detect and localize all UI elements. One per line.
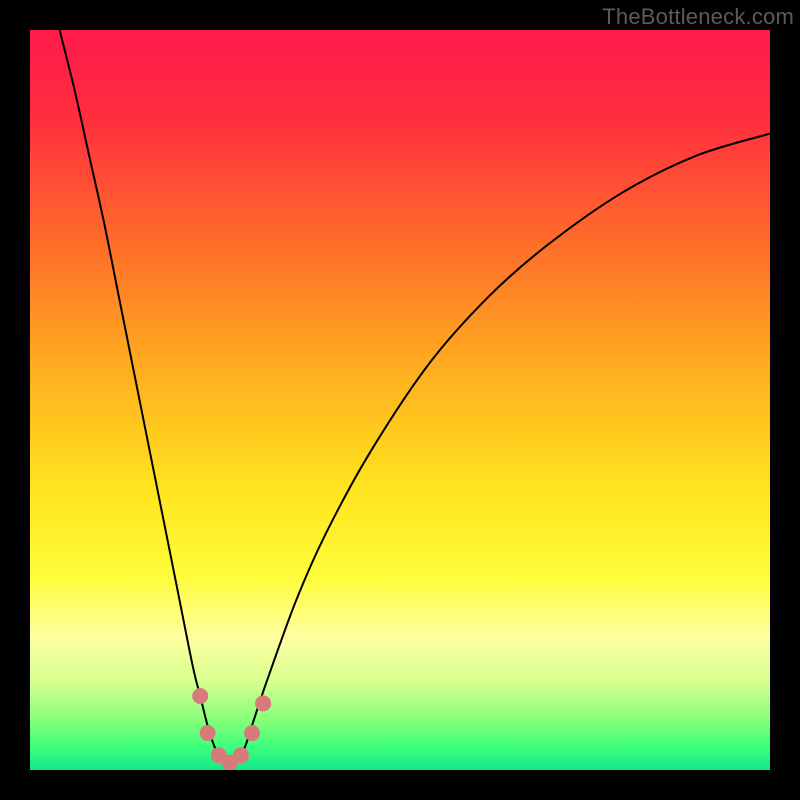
minimum-markers bbox=[192, 688, 271, 770]
curve-marker bbox=[192, 688, 208, 704]
curve-marker bbox=[244, 725, 260, 741]
curve-marker bbox=[233, 747, 249, 763]
bottleneck-curve bbox=[30, 30, 770, 770]
curve-marker bbox=[200, 725, 216, 741]
watermark-text: TheBottleneck.com bbox=[602, 4, 794, 30]
curve-marker bbox=[255, 695, 271, 711]
plot-frame bbox=[30, 30, 770, 770]
curve-path bbox=[60, 30, 770, 763]
